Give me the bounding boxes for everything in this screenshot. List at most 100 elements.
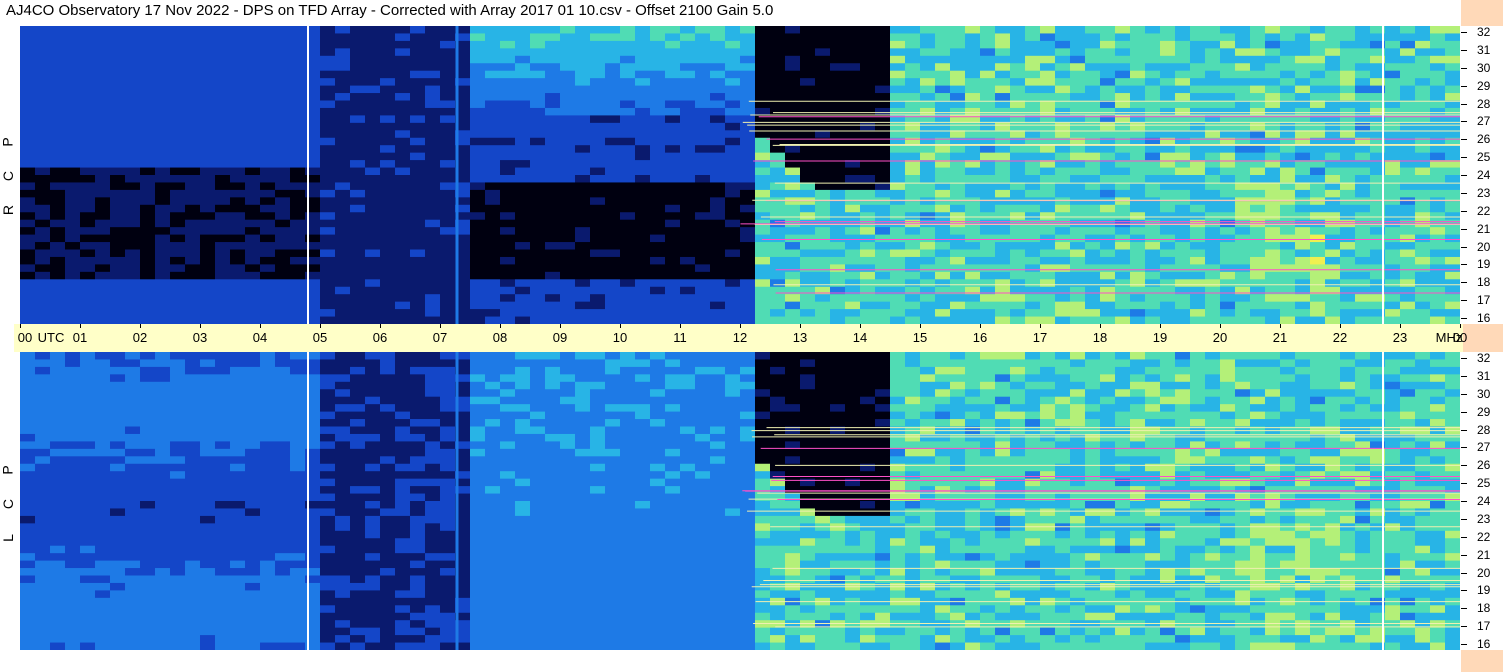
spectrogram-cell <box>365 145 381 154</box>
spectrogram-cell <box>1385 26 1401 35</box>
spectrogram-cell <box>215 48 231 57</box>
spectrogram-cell <box>155 294 171 303</box>
spectrogram-cell <box>140 508 156 517</box>
spectrogram-cell <box>350 560 366 569</box>
spectrogram-cell <box>1190 78 1206 87</box>
spectrogram-cell <box>110 279 126 288</box>
spectrogram-cell <box>110 426 126 435</box>
spectrogram-cell <box>1055 271 1071 280</box>
spectrogram-cell <box>575 309 591 318</box>
spectrogram-cell <box>395 122 411 131</box>
spectrogram-cell <box>1205 85 1221 94</box>
spectrogram-cell <box>1385 234 1401 243</box>
spectrogram-cell <box>1265 264 1281 273</box>
spectrogram-cell <box>260 486 276 495</box>
spectrogram-cell <box>1010 234 1026 243</box>
spectrogram-cell <box>1355 286 1371 295</box>
spectrogram-cell <box>770 316 786 324</box>
spectrogram-cell <box>170 493 186 502</box>
spectrogram-cell <box>1025 212 1041 221</box>
spectrogram-cell <box>665 227 681 236</box>
spectrogram-cell <box>1385 271 1401 280</box>
spectrogram-cell <box>155 627 171 636</box>
spectrogram-cell <box>50 107 66 116</box>
spectrogram-cell <box>1265 78 1281 87</box>
spectrogram-cell <box>35 478 51 487</box>
spectrogram-cell <box>230 471 246 480</box>
spectrogram-cell <box>35 26 51 35</box>
spectrogram-cell <box>170 359 186 368</box>
spectrogram-cell <box>860 26 876 35</box>
spectrogram-cell <box>1040 85 1056 94</box>
spectrogram-cell <box>110 486 126 495</box>
spectrogram-cell <box>320 419 336 428</box>
spectrogram-cell <box>440 309 456 318</box>
spectrogram-cell <box>785 26 801 35</box>
spectrogram-cell <box>1085 189 1101 198</box>
spectrogram-cell <box>1205 26 1221 35</box>
spectrogram-cell <box>485 197 501 206</box>
spectrogram-cell <box>800 48 816 57</box>
spectrogram-cell <box>485 286 501 295</box>
spectrogram-cell <box>215 381 231 390</box>
spectrogram-cell <box>1010 78 1026 87</box>
spectrogram-cell <box>185 249 201 258</box>
spectrogram-cell <box>1190 40 1206 49</box>
spectrogram-cell <box>1415 309 1431 318</box>
spectrogram-cell <box>785 234 801 243</box>
spectrogram-cell <box>140 590 156 599</box>
spectrogram-cell <box>1310 234 1326 243</box>
spectrogram-cell <box>1025 264 1041 273</box>
spectrogram-cell <box>1340 55 1356 64</box>
spectrogram-cell <box>155 130 171 139</box>
spectrogram-cell <box>170 553 186 562</box>
spectrogram-cell <box>395 642 411 650</box>
spectrogram-cell <box>215 271 231 280</box>
spectrogram-cell <box>140 582 156 591</box>
spectrogram-cell <box>1355 175 1371 184</box>
spectrogram-cell <box>20 627 36 636</box>
spectrogram-cell <box>335 182 351 191</box>
spectrogram-cell <box>200 115 216 124</box>
spectrogram-cell <box>1010 271 1026 280</box>
spectrogram-cell <box>1205 93 1221 102</box>
spectrogram-cell <box>1280 40 1296 49</box>
spectrogram-cell <box>290 582 306 591</box>
spectrogram-cell <box>410 471 426 480</box>
spectrogram-cell <box>20 448 36 457</box>
spectrogram-cell <box>425 471 441 480</box>
spectrogram-cell <box>665 152 681 161</box>
spectrogram-cell <box>980 256 996 265</box>
spectrogram-cell <box>275 279 291 288</box>
spectrogram-cell <box>1100 167 1116 176</box>
spectrogram-cell <box>1250 286 1266 295</box>
spectrogram-cell <box>920 294 936 303</box>
spectrogram-cell <box>230 197 246 206</box>
spectrogram-cell <box>1085 271 1101 280</box>
spectrogram-cell <box>1385 316 1401 324</box>
spectrogram-cell <box>545 197 561 206</box>
spectrogram-cell <box>1385 167 1401 176</box>
spectrogram-cell <box>50 189 66 198</box>
spectrogram-cell <box>320 197 336 206</box>
spectrogram-cell <box>380 242 396 251</box>
spectrogram-cell <box>635 55 651 64</box>
spectrogram-cell <box>350 486 366 495</box>
spectrogram-cell <box>875 70 891 79</box>
spectrogram-cell <box>395 175 411 184</box>
spectrogram-cell <box>275 441 291 450</box>
spectrogram-cell <box>50 286 66 295</box>
spectrogram-cell <box>425 130 441 139</box>
spectrogram-cell <box>1115 242 1131 251</box>
spectrogram-cell <box>335 204 351 213</box>
spectrogram-cell <box>815 271 831 280</box>
spectrogram-cell <box>875 33 891 42</box>
spectrogram-cell <box>935 40 951 49</box>
spectrogram-cell <box>215 182 231 191</box>
spectrogram-cell <box>50 316 66 324</box>
spectrogram-cell <box>470 85 486 94</box>
spectrogram-cell <box>380 545 396 554</box>
spectrogram-cell <box>260 286 276 295</box>
spectrogram-cell <box>890 204 906 213</box>
spectrogram-cell <box>410 493 426 502</box>
